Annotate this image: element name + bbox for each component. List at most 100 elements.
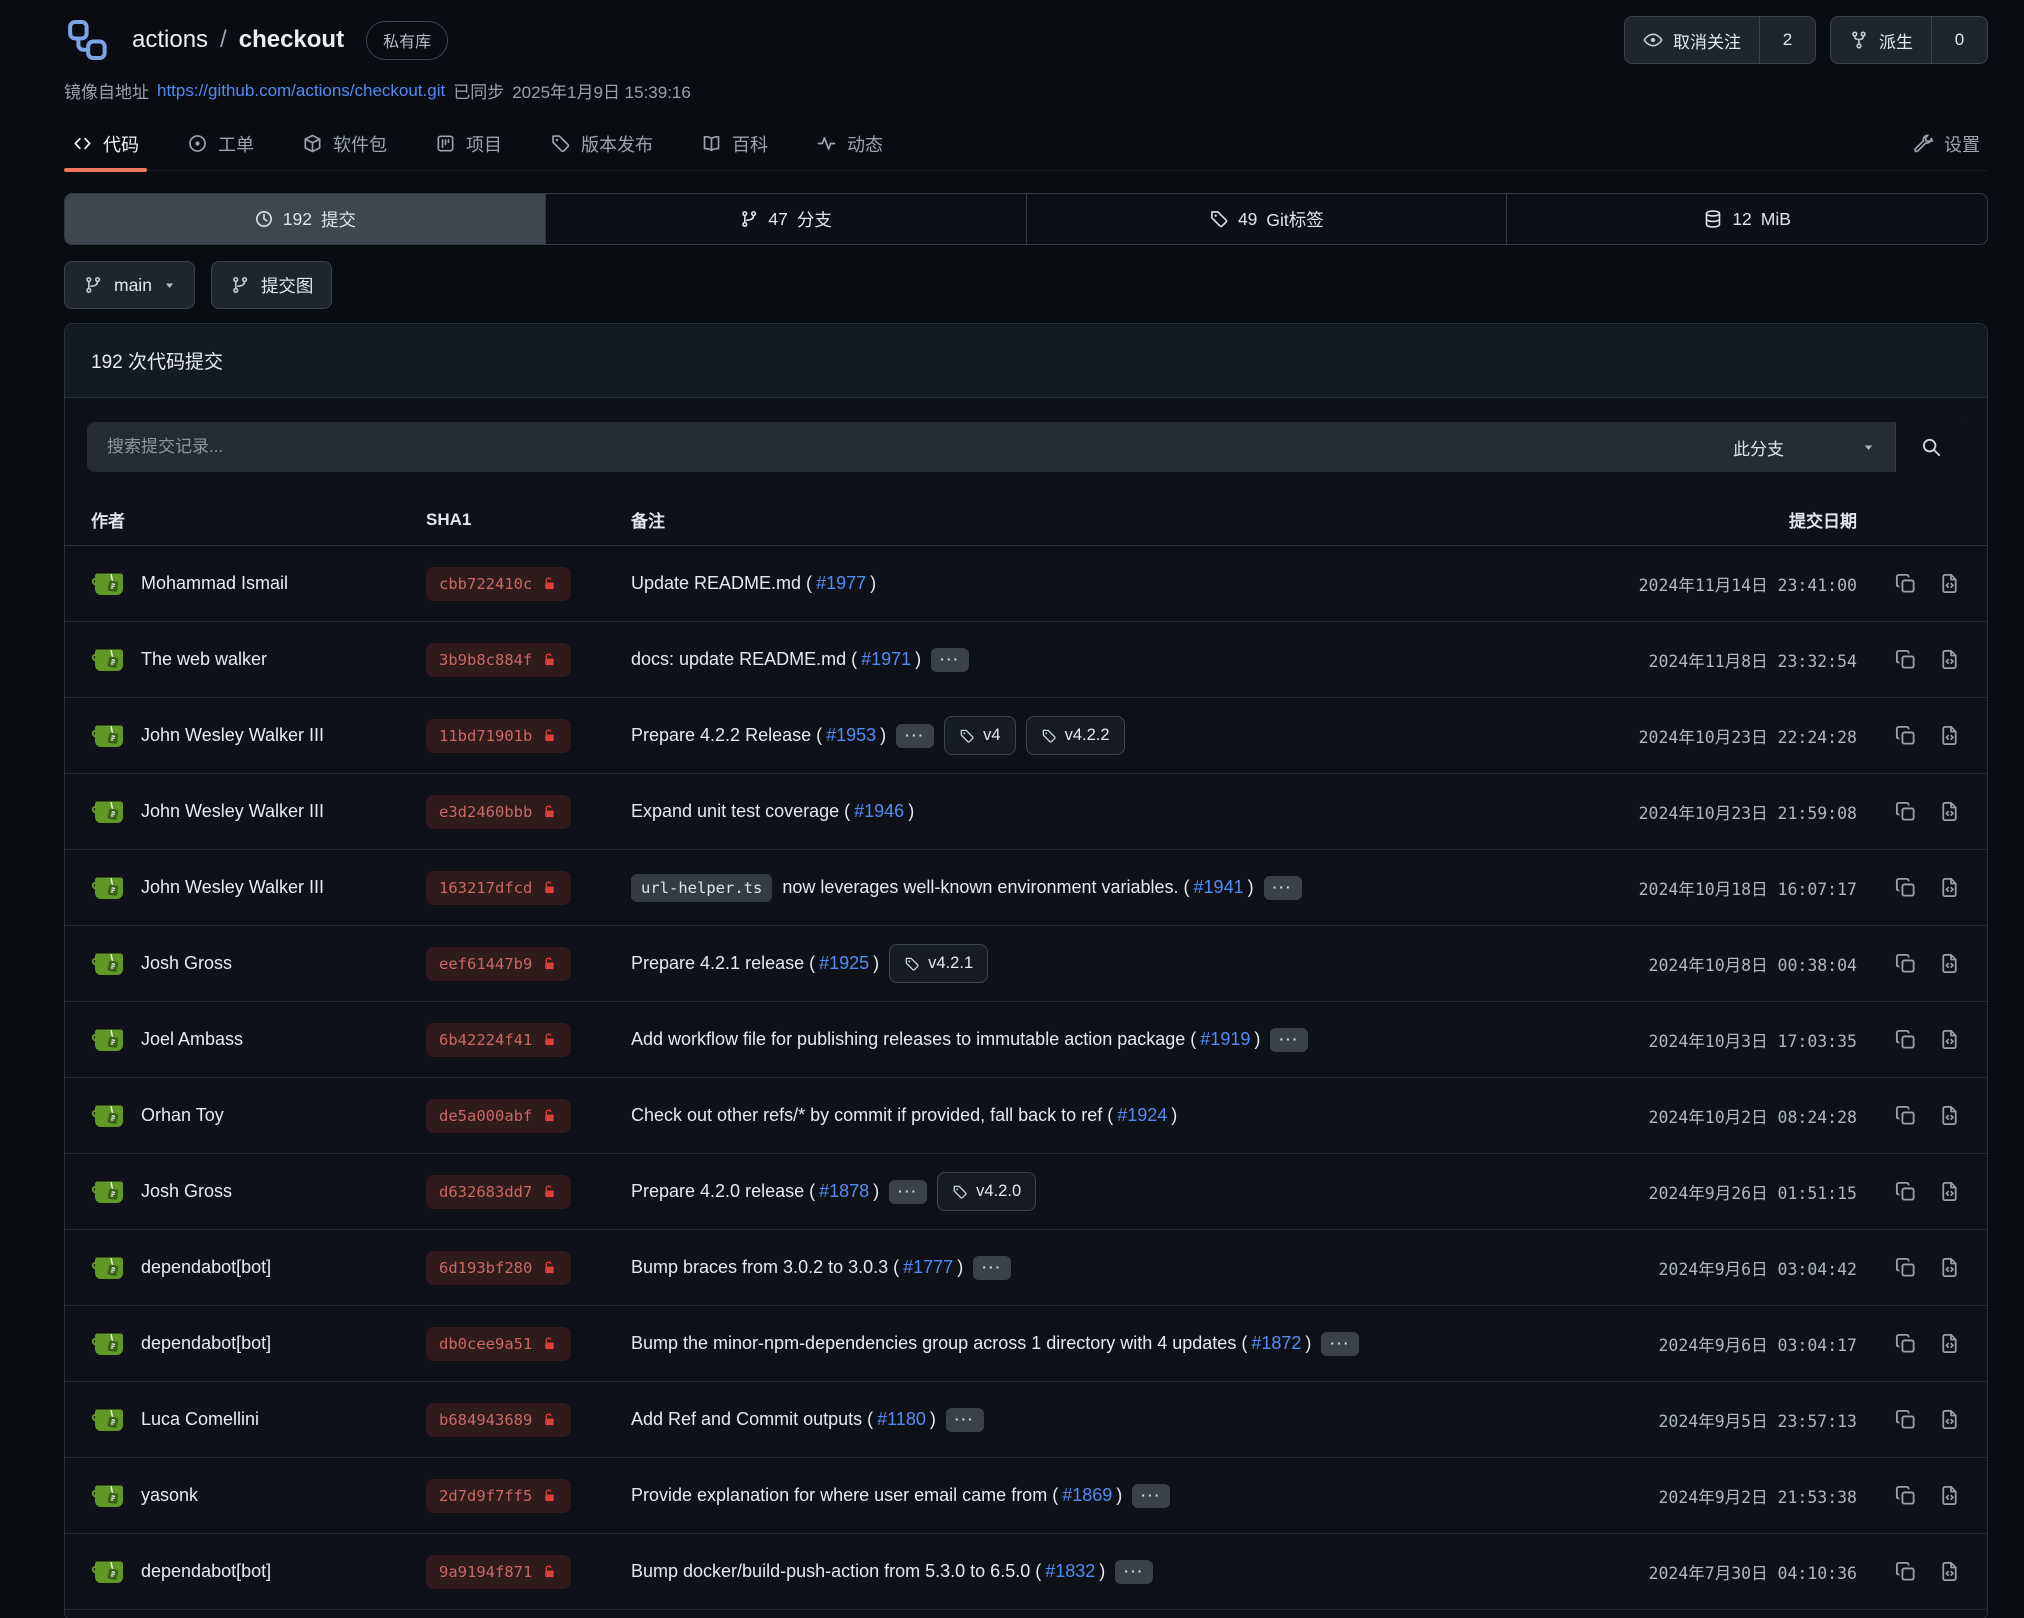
issue-link[interactable]: #1180 [877, 1409, 926, 1430]
issue-link[interactable]: #1832 [1045, 1561, 1095, 1582]
tag-chip-v4.2.1[interactable]: v4.2.1 [889, 944, 988, 983]
forks-count[interactable]: 0 [1931, 17, 1987, 63]
teacup-avatar[interactable] [91, 566, 127, 602]
teacup-avatar[interactable] [91, 794, 127, 830]
copy-sha-button[interactable] [1893, 952, 1917, 976]
commit-sha-badge[interactable]: 9a9194f871 [426, 1555, 571, 1589]
commit-message[interactable]: Prepare 4.2.1 release ( [631, 953, 815, 974]
stat-提交[interactable]: 192提交 [65, 194, 546, 244]
copy-sha-button[interactable] [1893, 1484, 1917, 1508]
issue-link[interactable]: #1878 [819, 1181, 869, 1202]
expand-commit-body-button[interactable]: ··· [896, 724, 934, 748]
stat-Git标签[interactable]: 49Git标签 [1027, 194, 1508, 244]
search-button[interactable] [1895, 422, 1965, 472]
commit-message[interactable]: Bump braces from 3.0.2 to 3.0.3 ( [631, 1257, 899, 1278]
tag-chip-v4.2.0[interactable]: v4.2.0 [937, 1172, 1036, 1211]
tab-版本发布[interactable]: 版本发布 [542, 117, 661, 170]
fork-button[interactable]: 派生 0 [1830, 16, 1988, 64]
commit-sha-badge[interactable]: 6b42224f41 [426, 1023, 571, 1057]
teacup-avatar[interactable] [91, 1174, 127, 1210]
teacup-avatar[interactable] [91, 1402, 127, 1438]
browse-source-button[interactable] [1937, 1180, 1961, 1204]
expand-commit-body-button[interactable]: ··· [1132, 1484, 1170, 1508]
tab-项目[interactable]: 项目 [427, 117, 510, 170]
expand-commit-body-button[interactable]: ··· [946, 1408, 984, 1432]
commit-sha-badge[interactable]: b684943689 [426, 1403, 571, 1437]
expand-commit-body-button[interactable]: ··· [1321, 1332, 1359, 1356]
browse-source-button[interactable] [1937, 876, 1961, 900]
commit-message[interactable]: Bump docker/build-push-action from 5.3.0… [631, 1561, 1041, 1582]
copy-sha-button[interactable] [1893, 724, 1917, 748]
commit-sha-badge[interactable]: 163217dfcd [426, 871, 571, 905]
commit-sha-badge[interactable]: d632683dd7 [426, 1175, 571, 1209]
copy-sha-button[interactable] [1893, 800, 1917, 824]
mirror-url-link[interactable]: https://github.com/actions/checkout.git [157, 81, 445, 101]
copy-sha-button[interactable] [1893, 876, 1917, 900]
branch-filter-dropdown[interactable]: 此分支 [1707, 422, 1895, 472]
issue-link[interactable]: #1919 [1200, 1029, 1250, 1050]
copy-sha-button[interactable] [1893, 572, 1917, 596]
tag-chip-v4[interactable]: v4 [944, 716, 1015, 755]
commit-message[interactable]: Bump the minor-npm-dependencies group ac… [631, 1333, 1247, 1354]
browse-source-button[interactable] [1937, 1332, 1961, 1356]
tag-chip-v4.2.2[interactable]: v4.2.2 [1026, 716, 1125, 755]
repo-owner-link[interactable]: actions [132, 26, 208, 54]
expand-commit-body-button[interactable]: ··· [1264, 876, 1302, 900]
commit-message[interactable]: Add workflow file for publishing release… [631, 1029, 1196, 1050]
teacup-avatar[interactable] [91, 1098, 127, 1134]
teacup-avatar[interactable] [91, 1022, 127, 1058]
issue-link[interactable]: #1941 [1194, 877, 1244, 898]
commit-message[interactable]: Expand unit test coverage ( [631, 801, 850, 822]
copy-sha-button[interactable] [1893, 1104, 1917, 1128]
browse-source-button[interactable] [1937, 1028, 1961, 1052]
teacup-avatar[interactable] [91, 1478, 127, 1514]
browse-source-button[interactable] [1937, 724, 1961, 748]
teacup-avatar[interactable] [91, 1326, 127, 1362]
copy-sha-button[interactable] [1893, 1256, 1917, 1280]
browse-source-button[interactable] [1937, 1560, 1961, 1584]
expand-commit-body-button[interactable]: ··· [889, 1180, 927, 1204]
issue-link[interactable]: #1924 [1117, 1105, 1167, 1126]
issue-link[interactable]: #1971 [861, 649, 911, 670]
browse-source-button[interactable] [1937, 952, 1961, 976]
tab-settings[interactable]: 设置 [1905, 117, 1988, 170]
copy-sha-button[interactable] [1893, 1408, 1917, 1432]
commit-message[interactable]: Prepare 4.2.0 release ( [631, 1181, 815, 1202]
browse-source-button[interactable] [1937, 648, 1961, 672]
copy-sha-button[interactable] [1893, 1560, 1917, 1584]
issue-link[interactable]: #1953 [826, 725, 876, 746]
browse-source-button[interactable] [1937, 1256, 1961, 1280]
stat-分支[interactable]: 47分支 [546, 194, 1027, 244]
teacup-avatar[interactable] [91, 870, 127, 906]
commit-sha-badge[interactable]: db0cee9a51 [426, 1327, 571, 1361]
expand-commit-body-button[interactable]: ··· [1115, 1560, 1153, 1584]
expand-commit-body-button[interactable]: ··· [1270, 1028, 1308, 1052]
tab-代码[interactable]: 代码 [64, 117, 147, 170]
teacup-avatar[interactable] [91, 1250, 127, 1286]
copy-sha-button[interactable] [1893, 1028, 1917, 1052]
tab-工单[interactable]: 工单 [179, 117, 262, 170]
copy-sha-button[interactable] [1893, 1332, 1917, 1356]
stat-MiB[interactable]: 12MiB [1507, 194, 1987, 244]
commit-message[interactable]: docs: update README.md ( [631, 649, 857, 670]
commit-sha-badge[interactable]: de5a000abf [426, 1099, 571, 1133]
commit-message[interactable]: Provide explanation for where user email… [631, 1485, 1058, 1506]
commit-sha-badge[interactable]: 6d193bf280 [426, 1251, 571, 1285]
expand-commit-body-button[interactable]: ··· [931, 648, 969, 672]
search-input[interactable] [87, 422, 1707, 472]
issue-link[interactable]: #1946 [854, 801, 904, 822]
commit-sha-badge[interactable]: 2d7d9f7ff5 [426, 1479, 571, 1513]
copy-sha-button[interactable] [1893, 648, 1917, 672]
tab-软件包[interactable]: 软件包 [294, 117, 395, 170]
browse-source-button[interactable] [1937, 1408, 1961, 1432]
commit-sha-badge[interactable]: 11bd71901b [426, 719, 571, 753]
branch-selector[interactable]: main [64, 261, 195, 309]
browse-source-button[interactable] [1937, 1104, 1961, 1128]
unwatch-button[interactable]: 取消关注 2 [1624, 16, 1816, 64]
tab-动态[interactable]: 动态 [808, 117, 891, 170]
tab-百科[interactable]: 百科 [693, 117, 776, 170]
teacup-avatar[interactable] [91, 946, 127, 982]
commit-graph-button[interactable]: 提交图 [211, 261, 333, 309]
issue-link[interactable]: #1777 [903, 1257, 953, 1278]
teacup-avatar[interactable] [91, 718, 127, 754]
